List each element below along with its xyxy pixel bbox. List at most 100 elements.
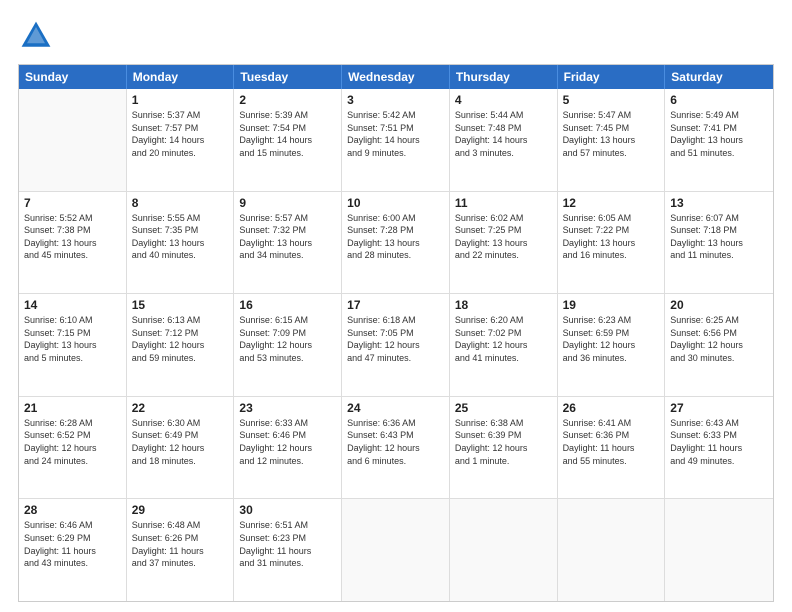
cell-line: Sunset: 7:57 PM	[132, 122, 229, 135]
calendar-cell: 27Sunrise: 6:43 AMSunset: 6:33 PMDayligh…	[665, 397, 773, 499]
cell-line: Sunset: 6:56 PM	[670, 327, 768, 340]
calendar-cell: 9Sunrise: 5:57 AMSunset: 7:32 PMDaylight…	[234, 192, 342, 294]
cell-line: and 15 minutes.	[239, 147, 336, 160]
calendar-cell: 10Sunrise: 6:00 AMSunset: 7:28 PMDayligh…	[342, 192, 450, 294]
cell-line: Daylight: 11 hours	[132, 545, 229, 558]
cell-line: and 5 minutes.	[24, 352, 121, 365]
cell-line: Sunrise: 6:13 AM	[132, 314, 229, 327]
cell-line: Sunset: 6:29 PM	[24, 532, 121, 545]
day-number: 28	[24, 503, 121, 517]
cell-line: Sunset: 7:48 PM	[455, 122, 552, 135]
cell-line: Sunset: 7:12 PM	[132, 327, 229, 340]
cell-line: Daylight: 12 hours	[24, 442, 121, 455]
calendar-cell: 5Sunrise: 5:47 AMSunset: 7:45 PMDaylight…	[558, 89, 666, 191]
cell-line: Sunrise: 6:41 AM	[563, 417, 660, 430]
cell-line: Daylight: 14 hours	[347, 134, 444, 147]
cell-line: and 34 minutes.	[239, 249, 336, 262]
cell-line: Sunrise: 6:28 AM	[24, 417, 121, 430]
calendar-cell: 17Sunrise: 6:18 AMSunset: 7:05 PMDayligh…	[342, 294, 450, 396]
day-number: 19	[563, 298, 660, 312]
cell-line: Daylight: 13 hours	[132, 237, 229, 250]
day-number: 14	[24, 298, 121, 312]
day-number: 18	[455, 298, 552, 312]
cell-line: Sunset: 7:41 PM	[670, 122, 768, 135]
day-number: 11	[455, 196, 552, 210]
cell-line: Daylight: 12 hours	[670, 339, 768, 352]
cell-line: Daylight: 13 hours	[563, 237, 660, 250]
cell-line: Daylight: 12 hours	[132, 339, 229, 352]
cell-line: Sunrise: 6:15 AM	[239, 314, 336, 327]
cell-line: and 22 minutes.	[455, 249, 552, 262]
cell-line: Daylight: 14 hours	[455, 134, 552, 147]
calendar-cell: 28 Sunrise: 6:46 AMSunset: 6:29 PMDayligh…	[19, 499, 127, 601]
calendar-cell: 30Sunrise: 6:51 AMSunset: 6:23 PMDayligh…	[234, 499, 342, 601]
calendar-cell: 26Sunrise: 6:41 AMSunset: 6:36 PMDayligh…	[558, 397, 666, 499]
calendar-cell: 3Sunrise: 5:42 AMSunset: 7:51 PMDaylight…	[342, 89, 450, 191]
cell-line: Daylight: 11 hours	[24, 545, 121, 558]
page: SundayMondayTuesdayWednesdayThursdayFrid…	[0, 0, 792, 612]
calendar-cell: 23Sunrise: 6:33 AMSunset: 6:46 PMDayligh…	[234, 397, 342, 499]
calendar-row-1: 1Sunrise: 5:37 AMSunset: 7:57 PMDaylight…	[19, 89, 773, 192]
cell-line: and 47 minutes.	[347, 352, 444, 365]
cell-line: Sunrise: 6:46 AM	[24, 519, 121, 532]
day-number: 1	[132, 93, 229, 107]
cell-line: Daylight: 12 hours	[132, 442, 229, 455]
day-number: 20	[670, 298, 768, 312]
calendar-cell: 11Sunrise: 6:02 AMSunset: 7:25 PMDayligh…	[450, 192, 558, 294]
calendar-cell: 19Sunrise: 6:23 AMSunset: 6:59 PMDayligh…	[558, 294, 666, 396]
cell-line: and 9 minutes.	[347, 147, 444, 160]
cell-line: Sunrise: 6:20 AM	[455, 314, 552, 327]
cell-line: Sunrise: 6:07 AM	[670, 212, 768, 225]
day-number: 15	[132, 298, 229, 312]
cell-line: and 51 minutes.	[670, 147, 768, 160]
calendar-cell: 24Sunrise: 6:36 AMSunset: 6:43 PMDayligh…	[342, 397, 450, 499]
cell-line: Sunset: 7:25 PM	[455, 224, 552, 237]
day-number: 4	[455, 93, 552, 107]
calendar-cell: 18Sunrise: 6:20 AMSunset: 7:02 PMDayligh…	[450, 294, 558, 396]
day-number: 25	[455, 401, 552, 415]
cell-line: Daylight: 12 hours	[347, 442, 444, 455]
cell-line: Sunrise: 6:23 AM	[563, 314, 660, 327]
day-number: 6	[670, 93, 768, 107]
header	[18, 18, 774, 54]
day-number: 26	[563, 401, 660, 415]
calendar-cell: 21Sunrise: 6:28 AMSunset: 6:52 PMDayligh…	[19, 397, 127, 499]
cell-line: Daylight: 11 hours	[670, 442, 768, 455]
calendar-cell: 25Sunrise: 6:38 AMSunset: 6:39 PMDayligh…	[450, 397, 558, 499]
cell-line: and 49 minutes.	[670, 455, 768, 468]
cell-line: and 59 minutes.	[132, 352, 229, 365]
calendar-cell: 8Sunrise: 5:55 AMSunset: 7:35 PMDaylight…	[127, 192, 235, 294]
cell-line: Sunrise: 6:02 AM	[455, 212, 552, 225]
cell-line: Sunrise: 6:36 AM	[347, 417, 444, 430]
cell-line: Daylight: 14 hours	[132, 134, 229, 147]
cell-line: Sunset: 7:28 PM	[347, 224, 444, 237]
cell-line: and 28 minutes.	[347, 249, 444, 262]
cell-line: and 31 minutes.	[239, 557, 336, 570]
cell-line: Sunrise: 6:38 AM	[455, 417, 552, 430]
cell-line: Sunset: 7:35 PM	[132, 224, 229, 237]
cell-line: Sunrise: 5:52 AM	[24, 212, 121, 225]
cell-line: Daylight: 13 hours	[239, 237, 336, 250]
cell-line: Sunset: 6:39 PM	[455, 429, 552, 442]
cell-line: and 18 minutes.	[132, 455, 229, 468]
logo	[18, 18, 60, 54]
cell-line: Sunset: 7:09 PM	[239, 327, 336, 340]
cell-line: Sunset: 7:22 PM	[563, 224, 660, 237]
calendar-cell: 15 Sunrise: 6:13 AMSunset: 7:12 PMDayligh…	[127, 294, 235, 396]
cell-line: and 6 minutes.	[347, 455, 444, 468]
calendar-cell	[342, 499, 450, 601]
cell-line: and 20 minutes.	[132, 147, 229, 160]
cell-line: and 57 minutes.	[563, 147, 660, 160]
calendar-cell: 22Sunrise: 6:30 AMSunset: 6:49 PMDayligh…	[127, 397, 235, 499]
cell-line: Daylight: 13 hours	[670, 134, 768, 147]
header-cell-friday: Friday	[558, 65, 666, 89]
day-number: 7	[24, 196, 121, 210]
day-number: 13	[670, 196, 768, 210]
day-number: 9	[239, 196, 336, 210]
day-number: 29	[132, 503, 229, 517]
calendar-header: SundayMondayTuesdayWednesdayThursdayFrid…	[19, 65, 773, 89]
cell-line: Daylight: 11 hours	[563, 442, 660, 455]
calendar-cell: 14Sunrise: 6:10 AMSunset: 7:15 PMDayligh…	[19, 294, 127, 396]
cell-line: and 16 minutes.	[563, 249, 660, 262]
cell-line: Sunrise: 6:25 AM	[670, 314, 768, 327]
